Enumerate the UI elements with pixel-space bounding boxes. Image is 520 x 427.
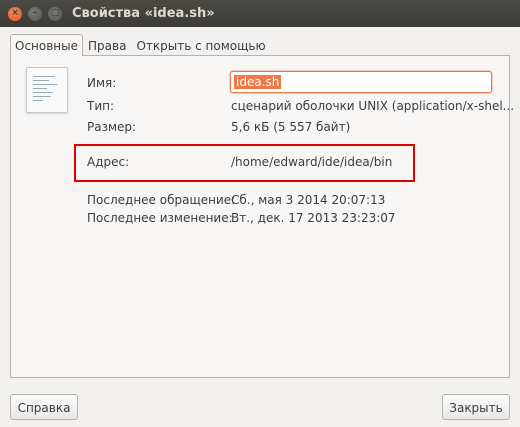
tab-open-with[interactable]: Открыть с помощью (131, 34, 270, 56)
name-label: Имя: (87, 76, 117, 90)
name-field-selected-text[interactable]: idea.sh (234, 75, 282, 89)
window-title: Свойства «idea.sh» (72, 6, 215, 21)
tab-basic[interactable]: Основные (10, 34, 84, 56)
properties-dialog: × – □ Свойства «idea.sh» Основные Права … (0, 0, 520, 427)
location-label: Адрес: (87, 155, 130, 169)
help-button[interactable]: Справка (10, 394, 78, 420)
type-value: сценарий оболочки UNIX (application/x-sh… (231, 99, 515, 113)
accessed-value: Сб., мая 3 2014 20:07:13 (231, 193, 386, 207)
tab-bar: Основные Права Открыть с помощью (10, 34, 271, 56)
tab-permissions[interactable]: Права (83, 34, 131, 56)
accessed-label: Последнее обращение: (87, 193, 236, 207)
type-label: Тип: (87, 99, 115, 113)
maximize-window-icon[interactable]: □ (48, 6, 62, 21)
modified-label: Последнее изменение: (87, 211, 233, 225)
minimize-window-icon[interactable]: – (28, 6, 42, 21)
name-field[interactable]: idea.sh (230, 71, 492, 93)
location-value: /home/edward/ide/idea/bin (231, 155, 393, 169)
close-window-icon[interactable]: × (8, 6, 22, 21)
size-label: Размер: (87, 120, 137, 134)
title-bar: × – □ Свойства «idea.sh» (0, 0, 520, 27)
shell-script-document-icon[interactable] (26, 67, 68, 113)
size-value: 5,6 кБ (5 557 байт) (231, 120, 351, 134)
close-button[interactable]: Закрыть (442, 394, 510, 420)
modified-value: Вт., дек. 17 2013 23:23:07 (231, 211, 396, 225)
